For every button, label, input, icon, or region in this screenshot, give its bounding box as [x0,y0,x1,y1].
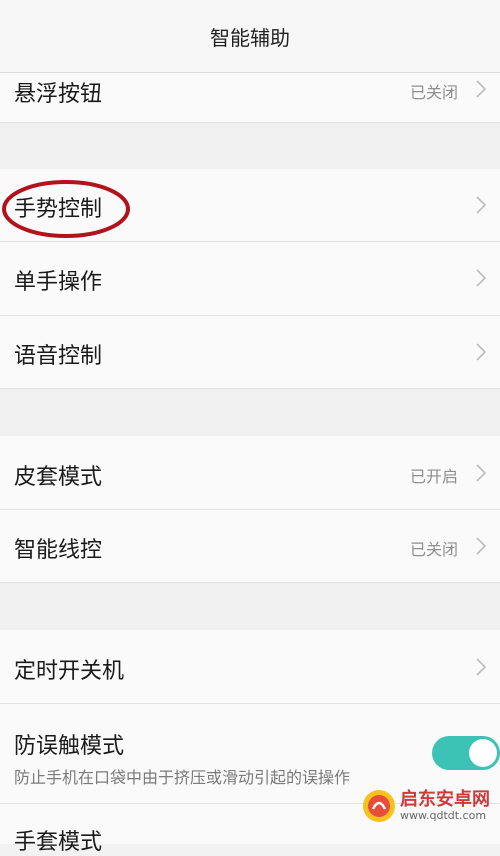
section-gap [0,123,500,169]
row-label: 防误触模式 [14,734,125,759]
chevron-right-icon [476,658,487,676]
row-status: 已关闭 [409,83,458,102]
toggle-knob [469,739,497,767]
chevron-right-icon [476,343,487,361]
settings-row-one-hand[interactable]: 单手操作 [0,242,500,316]
row-label: 单手操作 [14,270,103,295]
page-header: 智能辅助 [0,0,500,73]
watermark-title: 启东安卓网 [400,788,490,810]
row-label: 皮套模式 [14,465,103,490]
page-title: 智能辅助 [210,25,290,50]
anti-touch-toggle[interactable] [432,736,500,770]
chevron-right-icon [476,269,487,287]
row-label: 语音控制 [14,344,103,369]
row-label: 智能线控 [14,538,103,563]
watermark: 启东安卓网 www.qdtdt.com [362,785,492,827]
section-gap [0,389,500,436]
chevron-right-icon [476,196,487,214]
watermark-logo-icon [363,790,395,822]
settings-row-smart-remote[interactable]: 智能线控 已关闭 [0,510,500,583]
highlight-circle [2,180,130,238]
row-status: 已开启 [409,467,458,486]
settings-row-voice-control[interactable]: 语音控制 [0,316,500,389]
settings-row-scheduled-power[interactable]: 定时开关机 [0,630,500,704]
row-description: 防止手机在口袋中由于挤压或滑动引起的误操作 [14,768,351,787]
row-label: 定时开关机 [14,659,125,684]
chevron-right-icon [476,464,487,482]
row-status: 已关闭 [409,540,458,559]
chevron-right-icon [476,537,487,555]
row-label: 悬浮按钮 [14,82,103,107]
watermark-url: www.qdtdt.com [400,808,487,822]
section-gap [0,583,500,630]
row-label: 手套模式 [14,830,103,855]
chevron-right-icon [476,80,487,98]
settings-row-cover-mode[interactable]: 皮套模式 已开启 [0,436,500,510]
settings-row-floating-button[interactable]: 悬浮按钮 已关闭 [0,73,500,123]
